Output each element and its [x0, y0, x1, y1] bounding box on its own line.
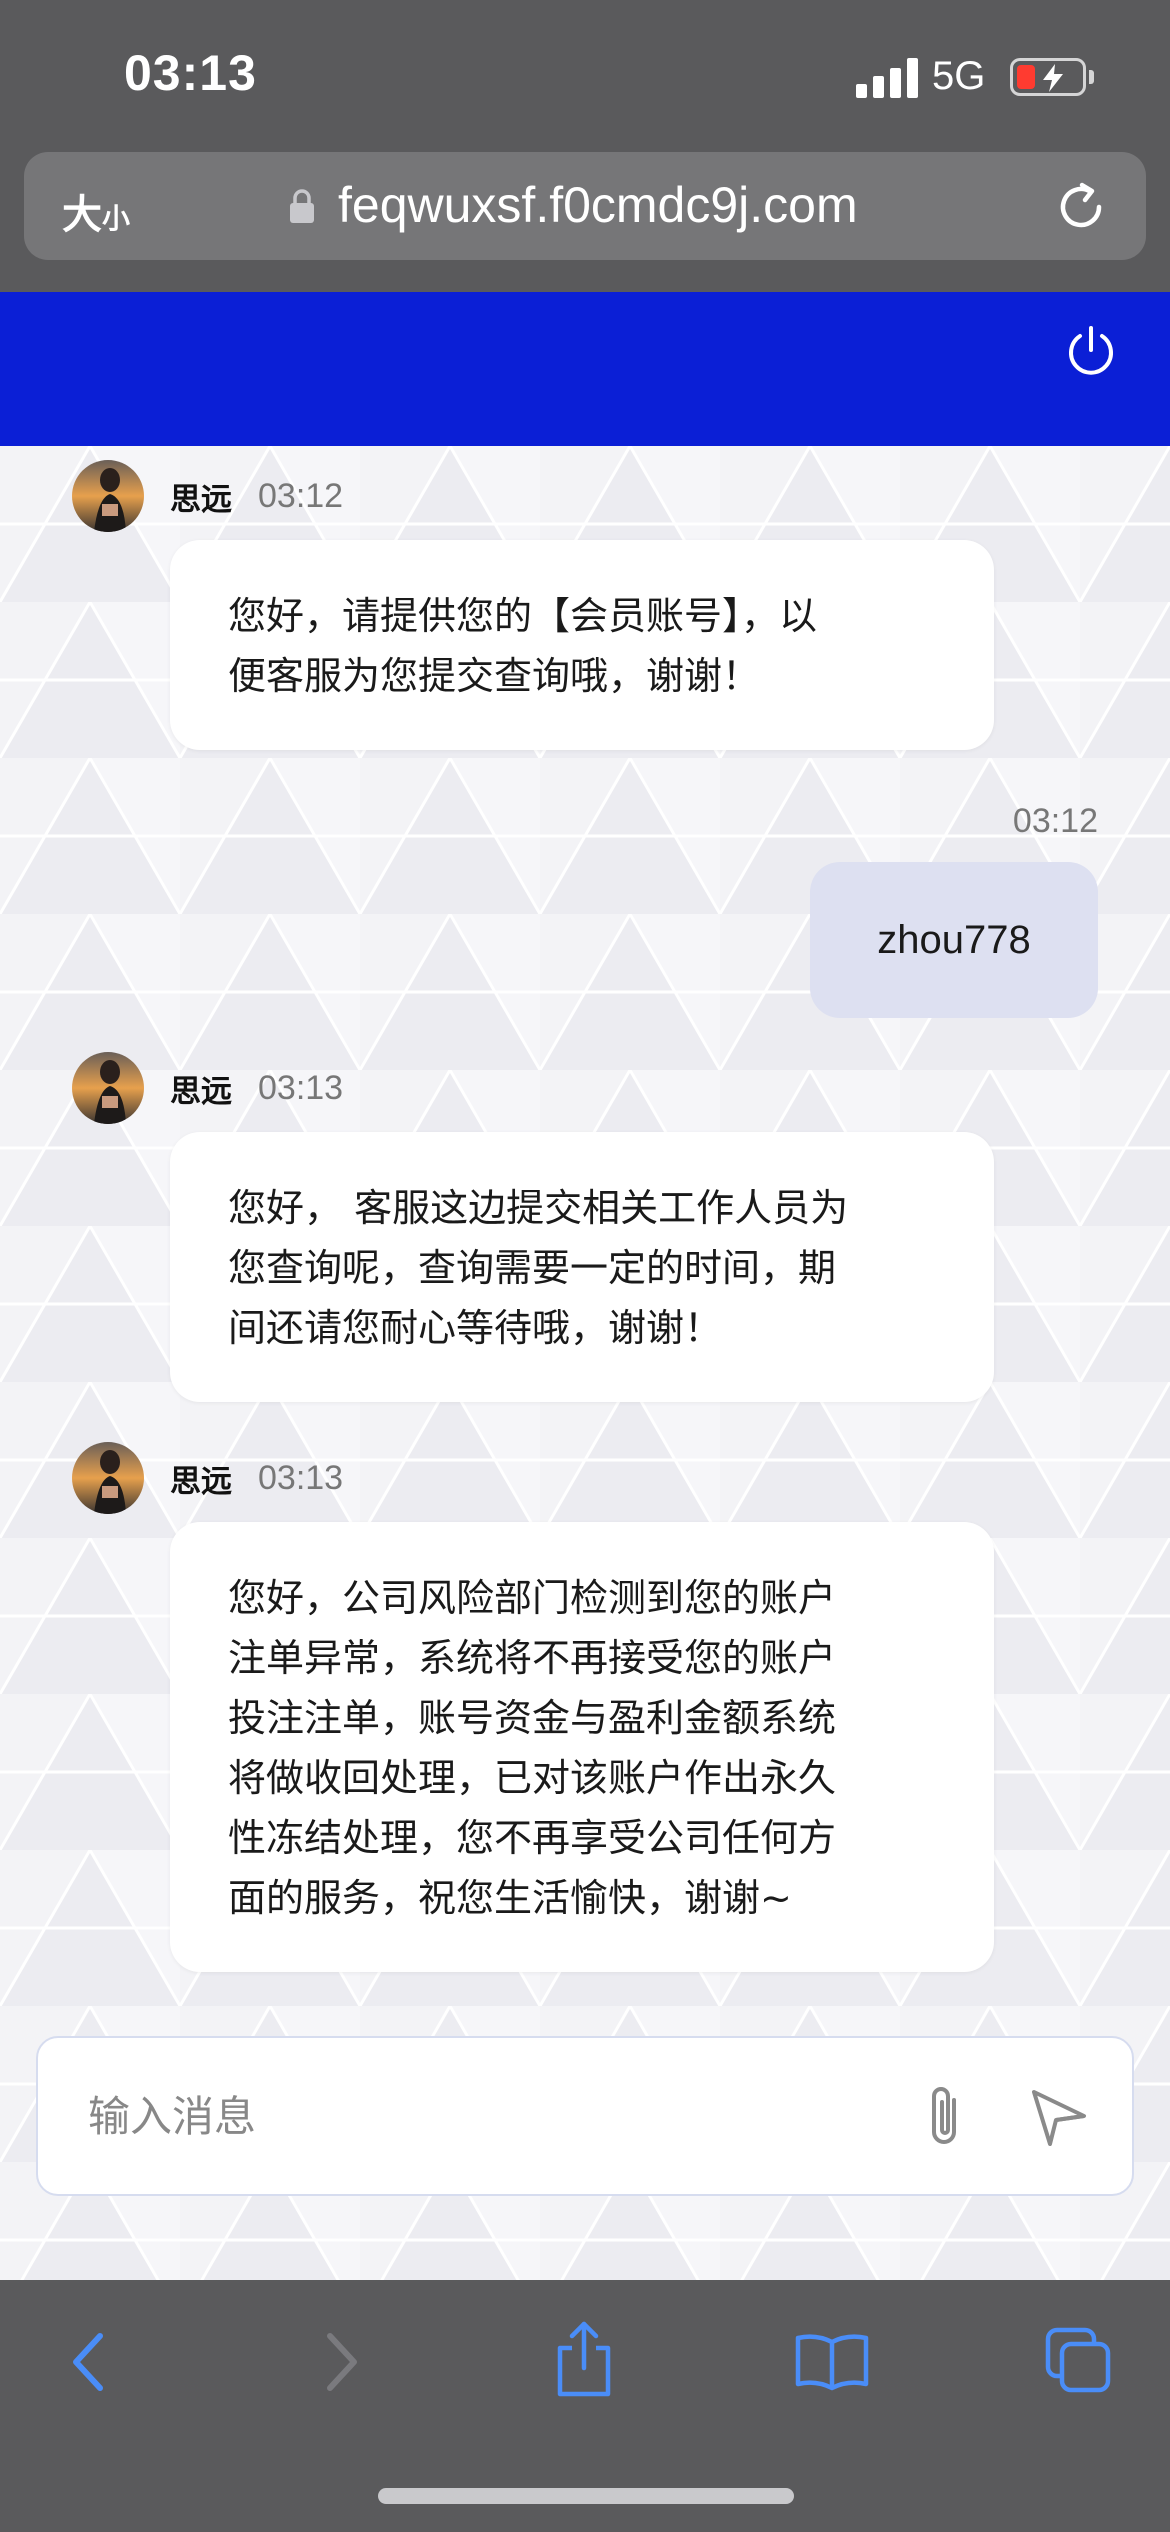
share-icon[interactable] [552, 2318, 616, 2398]
message-line: 注单异常，系统将不再接受您的账户 [228, 1636, 837, 1680]
send-icon[interactable] [1028, 2086, 1090, 2148]
power-icon[interactable] [1064, 324, 1118, 380]
home-indicator [378, 2488, 794, 2504]
tabs-icon[interactable] [1044, 2326, 1114, 2396]
bookmarks-icon[interactable] [794, 2330, 870, 2392]
avatar[interactable] [72, 1052, 144, 1124]
user-message-bubble: zhou778 [810, 862, 1098, 1018]
message-time: 03:12 [258, 476, 344, 515]
message-line: 面的服务，祝您生活愉快，谢谢~ [228, 1876, 792, 1920]
message-line: 间还请您耐心等待哦，谢谢！ [228, 1306, 723, 1350]
url-text[interactable]: feqwuxsf.f0cmdc9j.com [338, 176, 858, 234]
message-line: 您好， 客服这边提交相关工作人员为 [228, 1186, 849, 1230]
user-message-time: 03:12 [1012, 802, 1098, 840]
agent-message-bubble: 您好，公司风险部门检测到您的账户 注单异常，系统将不再接受您的账户 投注注单，账… [170, 1522, 994, 1972]
message-meta: 思远 03:13 [72, 1440, 343, 1516]
text-size-big: 大 [62, 192, 102, 238]
message-time: 03:13 [258, 1458, 344, 1497]
text-size-small: 小 [102, 202, 131, 235]
message-line: 性冻结处理，您不再享受公司任何方 [228, 1816, 837, 1860]
forward-icon[interactable] [316, 2330, 366, 2394]
agent-message-bubble: 您好，请提供您的【会员账号】，以 便客服为您提交查询哦，谢谢！ [170, 540, 994, 750]
message-line: 将做收回处理，已对该账户作出永久 [228, 1756, 837, 1800]
message-line: 您好，请提供您的【会员账号】，以 [228, 594, 818, 638]
message-line: 您好，公司风险部门检测到您的账户 [228, 1576, 837, 1620]
chat-area[interactable]: 思远 03:12 您好，请提供您的【会员账号】，以 便客服为您提交查询哦，谢谢！… [0, 446, 1170, 2280]
attach-icon[interactable] [916, 2080, 972, 2154]
battery-icon [1010, 58, 1086, 96]
status-bar: 03:13 5G [0, 0, 1170, 150]
message-meta: 思远 03:13 [72, 1050, 343, 1126]
message-time: 03:13 [258, 1068, 344, 1107]
agent-name: 思远 [170, 1463, 232, 1500]
agent-name: 思远 [170, 1073, 232, 1110]
message-line: 您查询呢，查询需要一定的时间，期 [228, 1246, 837, 1290]
back-icon[interactable] [64, 2330, 114, 2394]
lock-icon [290, 189, 314, 223]
message-composer [36, 2036, 1134, 2196]
avatar[interactable] [72, 460, 144, 532]
signal-icon [856, 58, 918, 98]
status-time: 03:13 [124, 45, 257, 101]
address-bar[interactable]: 大小 feqwuxsf.f0cmdc9j.com [24, 152, 1146, 260]
message-meta: 思远 03:12 [72, 458, 343, 534]
message-line: 投注注单，账号资金与盈利金额系统 [228, 1696, 837, 1740]
agent-message-bubble: 您好， 客服这边提交相关工作人员为 您查询呢，查询需要一定的时间，期 间还请您耐… [170, 1132, 994, 1402]
avatar[interactable] [72, 1442, 144, 1514]
network-type: 5G [932, 54, 986, 98]
agent-name: 思远 [170, 481, 232, 518]
message-input[interactable] [88, 2084, 888, 2148]
battery-nub [1089, 70, 1094, 84]
chat-header [0, 292, 1170, 446]
message-line: 便客服为您提交查询哦，谢谢！ [228, 654, 761, 698]
reload-icon[interactable] [1054, 180, 1108, 234]
text-size-button[interactable]: 大小 [62, 182, 130, 240]
